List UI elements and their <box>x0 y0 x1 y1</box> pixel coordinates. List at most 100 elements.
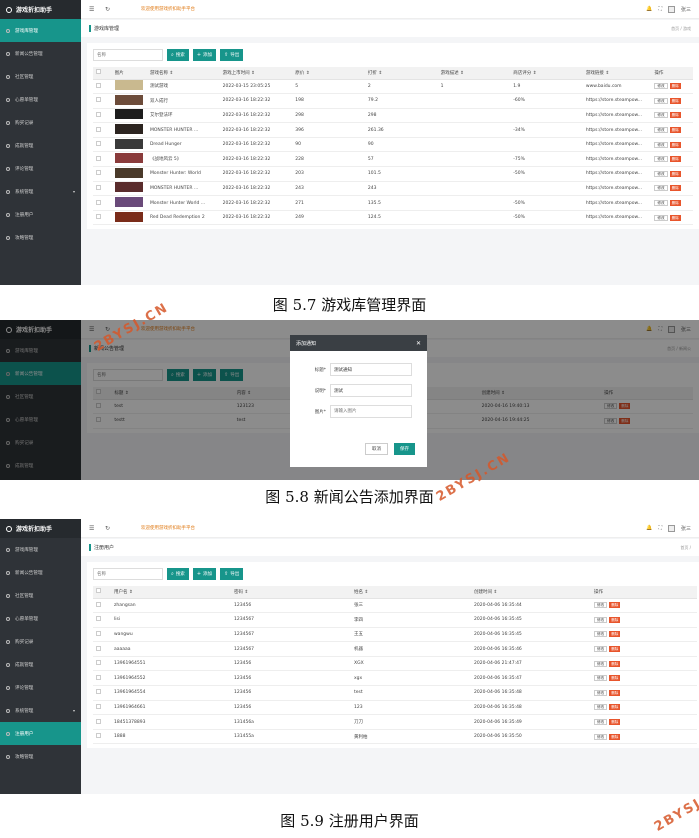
delete-button[interactable]: 删除 <box>669 185 681 192</box>
row-checkbox[interactable] <box>96 630 101 636</box>
delete-button[interactable]: 删除 <box>609 631 621 638</box>
column-header[interactable]: 姓名 ⇕ <box>351 586 471 599</box>
search-input[interactable] <box>93 49 163 61</box>
delete-button[interactable]: 删除 <box>609 660 621 667</box>
column-header[interactable]: 创建时间 ⇕ <box>471 586 591 599</box>
sidebar-item[interactable]: 注册用户 <box>0 722 81 745</box>
row-checkbox[interactable] <box>96 689 101 695</box>
column-header[interactable]: 游戏描述 ⇕ <box>437 67 511 80</box>
column-header[interactable]: 原价 ⇕ <box>292 67 365 80</box>
delete-button[interactable]: 删除 <box>609 733 621 740</box>
title-field[interactable] <box>330 363 412 376</box>
sidebar-item[interactable]: 游戏库管理 <box>0 19 81 42</box>
delete-button[interactable]: 删除 <box>669 83 681 90</box>
sidebar-item[interactable]: 心愿单管理 <box>0 607 81 630</box>
delete-button[interactable]: 删除 <box>669 170 681 177</box>
delete-button[interactable]: 删除 <box>609 689 621 696</box>
row-checkbox[interactable] <box>96 199 101 205</box>
row-checkbox[interactable] <box>96 616 101 622</box>
sidebar-item[interactable]: 注册用户 <box>0 203 81 226</box>
menu-toggle-icon[interactable]: ☰ <box>89 525 97 532</box>
sidebar-item[interactable]: 新闻公告管理 <box>0 561 81 584</box>
column-header[interactable]: 用户名 ⇕ <box>111 586 231 599</box>
delete-button[interactable]: 删除 <box>669 127 681 134</box>
bell-icon[interactable]: 🔔 <box>646 525 652 531</box>
row-checkbox[interactable] <box>96 97 101 103</box>
sidebar-item[interactable]: 新闻公告管理 <box>0 42 81 65</box>
sidebar-item[interactable]: 评论管理 <box>0 676 81 699</box>
row-checkbox[interactable] <box>96 155 101 161</box>
fullscreen-icon[interactable]: ⛶ <box>658 6 662 12</box>
edit-button[interactable]: 修改 <box>594 631 608 638</box>
edit-button[interactable]: 修改 <box>594 704 608 711</box>
edit-button[interactable]: 修改 <box>654 97 668 104</box>
row-checkbox[interactable] <box>96 170 101 176</box>
save-button[interactable]: 保存 <box>394 443 415 455</box>
edit-button[interactable]: 修改 <box>594 602 608 609</box>
column-header[interactable]: 商店评分 ⇕ <box>510 67 583 80</box>
edit-button[interactable]: 修改 <box>594 616 608 623</box>
sidebar-item[interactable]: 攻略管理 <box>0 745 81 768</box>
column-header[interactable]: 密码 ⇕ <box>231 586 351 599</box>
sidebar-item[interactable]: 成就管理 <box>0 653 81 676</box>
delete-button[interactable]: 删除 <box>669 214 681 221</box>
row-checkbox[interactable] <box>96 674 101 680</box>
delete-button[interactable]: 删除 <box>609 719 621 726</box>
row-checkbox[interactable] <box>96 126 101 132</box>
add-button[interactable]: + 添加 <box>192 49 217 61</box>
delete-button[interactable]: 删除 <box>609 675 621 682</box>
fullscreen-icon[interactable]: ⛶ <box>658 525 662 531</box>
row-checkbox[interactable] <box>96 703 101 709</box>
search-input[interactable] <box>93 568 163 580</box>
row-checkbox[interactable] <box>96 660 101 666</box>
row-checkbox[interactable] <box>96 141 101 147</box>
sidebar-item[interactable]: 社区管理 <box>0 65 81 88</box>
edit-button[interactable]: 修改 <box>654 185 668 192</box>
sidebar-item[interactable]: 社区管理 <box>0 584 81 607</box>
select-all-checkbox[interactable] <box>96 588 101 594</box>
column-header[interactable]: 游戏上市时间 ⇕ <box>219 67 293 80</box>
column-header[interactable]: 游戏链接 ⇕ <box>582 67 652 80</box>
row-checkbox[interactable] <box>96 82 101 88</box>
edit-button[interactable]: 修改 <box>594 660 608 667</box>
edit-button[interactable]: 修改 <box>594 675 608 682</box>
edit-button[interactable]: 修改 <box>594 733 608 740</box>
select-all-checkbox[interactable] <box>96 69 101 75</box>
edit-button[interactable]: 修改 <box>654 200 668 207</box>
sidebar-item[interactable]: 系统管理 ▾ <box>0 180 81 203</box>
row-checkbox[interactable] <box>96 733 101 739</box>
menu-toggle-icon[interactable]: ☰ <box>89 6 97 13</box>
delete-button[interactable]: 删除 <box>609 704 621 711</box>
column-header[interactable]: 图片 <box>111 67 147 80</box>
column-header[interactable]: 操作 <box>651 67 693 80</box>
column-header[interactable]: 操作 <box>591 586 697 599</box>
edit-button[interactable]: 修改 <box>654 127 668 134</box>
refresh-icon[interactable]: ↻ <box>105 525 113 532</box>
edit-button[interactable]: 修改 <box>654 141 668 148</box>
edit-button[interactable]: 修改 <box>594 719 608 726</box>
row-checkbox[interactable] <box>96 645 101 651</box>
edit-button[interactable]: 修改 <box>594 689 608 696</box>
avatar[interactable] <box>667 5 675 13</box>
sidebar-item[interactable]: 系统管理 ▾ <box>0 699 81 722</box>
row-checkbox[interactable] <box>96 601 101 607</box>
delete-button[interactable]: 删除 <box>609 646 621 653</box>
row-checkbox[interactable] <box>96 214 101 220</box>
column-header[interactable]: 游戏名称 ⇕ <box>146 67 220 80</box>
image-field[interactable] <box>330 405 412 418</box>
sidebar-item[interactable]: 成就管理 <box>0 134 81 157</box>
row-checkbox[interactable] <box>96 718 101 724</box>
user-name[interactable]: 张三 <box>681 6 691 13</box>
cancel-button[interactable]: 取消 <box>365 443 388 455</box>
refresh-icon[interactable]: ↻ <box>105 6 113 13</box>
sidebar-item[interactable]: 购买记录 <box>0 111 81 134</box>
row-checkbox[interactable] <box>96 111 101 117</box>
delete-button[interactable]: 删除 <box>669 97 681 104</box>
column-header[interactable]: 打折 ⇕ <box>364 67 438 80</box>
delete-button[interactable]: 删除 <box>669 141 681 148</box>
search-button[interactable]: ⌕ 搜索 <box>167 568 189 580</box>
sidebar-item[interactable]: 攻略管理 <box>0 226 81 249</box>
edit-button[interactable]: 修改 <box>654 170 668 177</box>
edit-button[interactable]: 修改 <box>654 83 668 90</box>
edit-button[interactable]: 修改 <box>654 112 668 119</box>
